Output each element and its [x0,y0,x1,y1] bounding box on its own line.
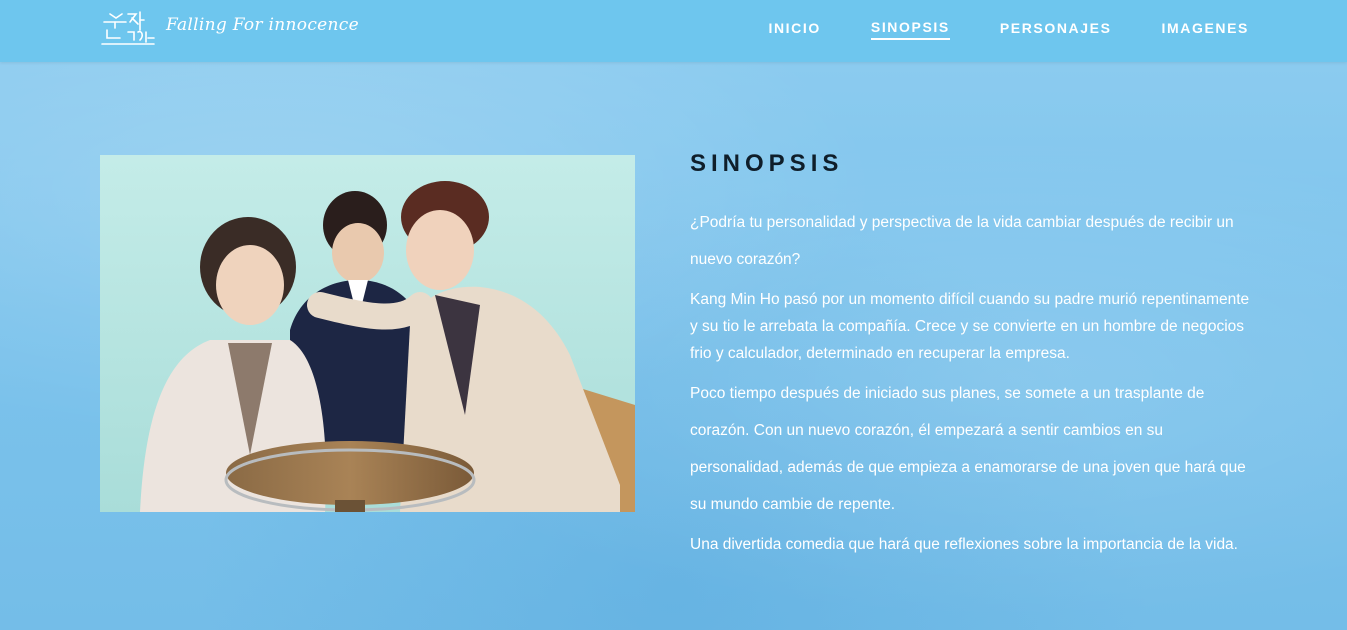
site-logo[interactable]: Falling For innocence [98,8,359,48]
nav-inicio[interactable]: INICIO [768,20,820,39]
synopsis-heading: SINOPSIS [690,150,844,177]
main-nav: INICIO SINOPSIS PERSONAJES IMAGENES [718,0,1249,62]
synopsis-paragraph: Poco tiempo después de iniciado sus plan… [690,385,1246,513]
nav-personajes[interactable]: PERSONAJES [1000,20,1112,39]
synopsis-paragraph: Una divertida comedia que hará que refle… [690,536,1238,553]
logo-calligraphy-icon [101,11,155,45]
site-brand-name: Falling For innocence [166,15,359,35]
nav-sinopsis[interactable]: SINOPSIS [870,19,950,40]
synopsis-body: ¿Podría tu personalidad y perspectiva de… [690,204,1260,558]
synopsis-section: SINOPSIS ¿Podría tu personalidad y persp… [690,146,1260,566]
nav-imagenes[interactable]: IMAGENES [1162,20,1249,39]
cast-photo-illustration [100,155,635,512]
top-navbar: Falling For innocence INICIO SINOPSIS PE… [0,0,1347,62]
synopsis-paragraph: ¿Podría tu personalidad y perspectiva de… [690,214,1234,268]
cast-photo [100,155,635,512]
synopsis-paragraph: Kang Min Ho pasó por un momento difícil … [690,291,1250,362]
